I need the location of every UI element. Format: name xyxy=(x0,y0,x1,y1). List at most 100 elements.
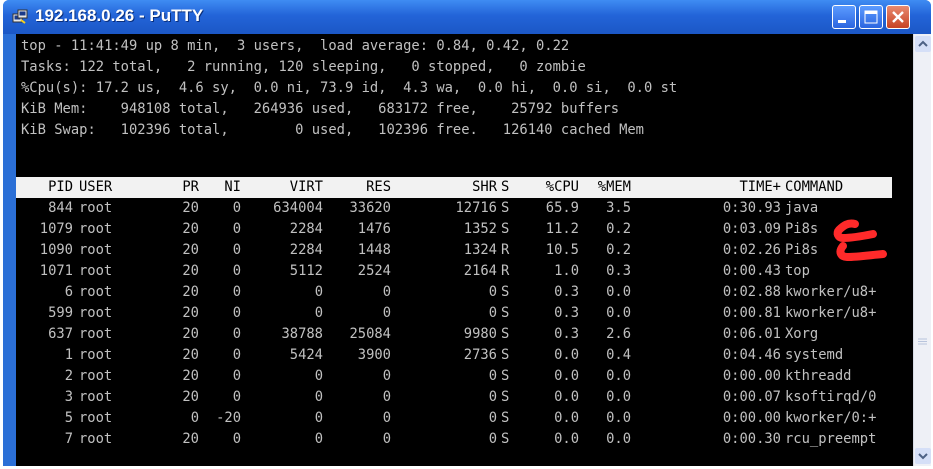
cell-s: S xyxy=(501,431,510,447)
cell-time: 0:03.09 xyxy=(722,221,781,237)
putty-app-icon[interactable] xyxy=(12,9,28,25)
title-bar[interactable]: 192.168.0.26 - PuTTY xyxy=(3,0,931,34)
cell-time: 0:00.81 xyxy=(722,305,781,321)
cell-ni: 0 xyxy=(232,326,241,342)
vertical-scrollbar[interactable] xyxy=(913,34,931,466)
column-header-pid: PID xyxy=(48,179,73,195)
cell-user: root xyxy=(79,284,113,300)
cell-res: 0 xyxy=(382,368,391,384)
terminal-screen[interactable]: top - 11:41:49 up 8 min, 3 users, load a… xyxy=(16,34,913,466)
cell-mem: 0.2 xyxy=(606,221,631,237)
cell-pr: 0 xyxy=(190,410,199,426)
cell-s: S xyxy=(501,389,510,405)
cell-shr: 2736 xyxy=(463,347,497,363)
column-header-cpu: %CPU xyxy=(545,179,579,195)
cell-command: top xyxy=(785,263,810,279)
process-table-header: PID USER PR NI VIRT RES SHR S %CPU %MEM TIME+ COMMA… xyxy=(16,177,892,198)
cell-s: R xyxy=(501,242,510,258)
cell-ni: 0 xyxy=(232,368,241,384)
cell-mem: 2.6 xyxy=(606,326,631,342)
cell-shr: 0 xyxy=(488,284,497,300)
cell-s: S xyxy=(501,305,510,321)
cell-pid: 3 xyxy=(64,389,73,405)
table-row: 6 root 20 0 0 0 0 S 0.3 0.0 0:02.88 kworker/u8+ xyxy=(21,282,897,303)
cell-s: S xyxy=(501,284,510,300)
cell-ni: 0 xyxy=(232,305,241,321)
cell-pid: 7 xyxy=(64,431,73,447)
column-header-user: USER xyxy=(79,179,113,195)
cell-command: kworker/0:+ xyxy=(785,410,877,426)
cell-shr: 0 xyxy=(488,431,497,447)
cell-shr: 0 xyxy=(488,389,497,405)
summary-line-swap: KiB Swap: 102396 total, 0 used, 102396 f… xyxy=(21,122,644,138)
cell-mem: 0.0 xyxy=(606,368,631,384)
cell-virt: 38788 xyxy=(281,326,323,342)
close-button[interactable] xyxy=(886,5,910,29)
cell-pid: 637 xyxy=(48,326,73,342)
table-row: 1079 root 20 0 2284 1476 1352 S 11.2 0.2 0:03.09 Pi… xyxy=(21,219,897,240)
cell-s: R xyxy=(501,263,510,279)
cell-shr: 0 xyxy=(488,368,497,384)
cell-virt: 0 xyxy=(314,368,323,384)
cell-virt: 0 xyxy=(314,284,323,300)
column-header-mem: %MEM xyxy=(597,179,631,195)
cell-user: root xyxy=(79,368,113,384)
cell-time: 0:02.88 xyxy=(722,284,781,300)
cell-mem: 0.0 xyxy=(606,284,631,300)
cell-command: rcu_preempt xyxy=(785,431,877,447)
column-header-virt: VIRT xyxy=(289,179,323,195)
cell-mem: 0.0 xyxy=(606,389,631,405)
cell-pid: 1 xyxy=(64,347,73,363)
cell-mem: 0.3 xyxy=(606,263,631,279)
cell-pr: 20 xyxy=(182,284,199,300)
cell-shr: 0 xyxy=(488,410,497,426)
maximize-icon xyxy=(864,10,878,24)
scroll-down-button[interactable] xyxy=(915,448,931,464)
summary-line-mem: KiB Mem: 948108 total, 264936 used, 6831… xyxy=(21,101,620,117)
cell-time: 0:04.46 xyxy=(722,347,781,363)
table-row: 5 root 0 -20 0 0 0 S 0.0 0.0 0:00.00 kworker/0:+ xyxy=(21,408,897,429)
cell-s: S xyxy=(501,221,510,237)
scrollbar-grip-icon[interactable] xyxy=(918,337,927,346)
cell-time: 0:00.07 xyxy=(722,389,781,405)
cell-shr: 1352 xyxy=(463,221,497,237)
cell-user: root xyxy=(79,431,113,447)
cell-cpu: 65.9 xyxy=(545,200,579,216)
cell-cpu: 0.3 xyxy=(554,284,579,300)
cell-shr: 2164 xyxy=(463,263,497,279)
cell-pr: 20 xyxy=(182,305,199,321)
table-row: 844 root 20 0 634004 33620 12716 S 65.9 3.5 0:30.9… xyxy=(21,198,897,219)
cell-time: 0:00.43 xyxy=(722,263,781,279)
close-icon xyxy=(892,11,904,23)
cell-time: 0:00.30 xyxy=(722,431,781,447)
minimize-button[interactable] xyxy=(832,5,856,29)
cell-command: kworker/u8+ xyxy=(785,284,877,300)
cell-virt: 0 xyxy=(314,389,323,405)
cell-pr: 20 xyxy=(182,221,199,237)
cell-cpu: 1.0 xyxy=(554,263,579,279)
cell-ni: 0 xyxy=(232,389,241,405)
scroll-up-button[interactable] xyxy=(915,36,931,52)
cell-user: root xyxy=(79,326,113,342)
cell-user: root xyxy=(79,221,113,237)
cell-mem: 0.0 xyxy=(606,305,631,321)
cell-shr: 1324 xyxy=(463,242,497,258)
cell-user: root xyxy=(79,347,113,363)
cell-time: 0:06.01 xyxy=(722,326,781,342)
cell-res: 0 xyxy=(382,284,391,300)
summary-line-tasks: Tasks: 122 total, 2 running, 120 sleepin… xyxy=(21,59,586,75)
cell-user: root xyxy=(79,410,113,426)
cell-s: S xyxy=(501,368,510,384)
cell-s: S xyxy=(501,347,510,363)
cell-res: 25084 xyxy=(349,326,391,342)
cell-res: 0 xyxy=(382,389,391,405)
table-row: 1071 root 20 0 5112 2524 2164 R 1.0 0.3 0:00.43 top xyxy=(21,261,897,282)
cell-user: root xyxy=(79,305,113,321)
cell-ni: 0 xyxy=(232,263,241,279)
cell-mem: 3.5 xyxy=(606,200,631,216)
cell-command: java xyxy=(785,200,819,216)
maximize-button[interactable] xyxy=(859,5,883,29)
cell-res: 0 xyxy=(382,431,391,447)
cell-cpu: 0.0 xyxy=(554,368,579,384)
cell-command: systemd xyxy=(785,347,844,363)
